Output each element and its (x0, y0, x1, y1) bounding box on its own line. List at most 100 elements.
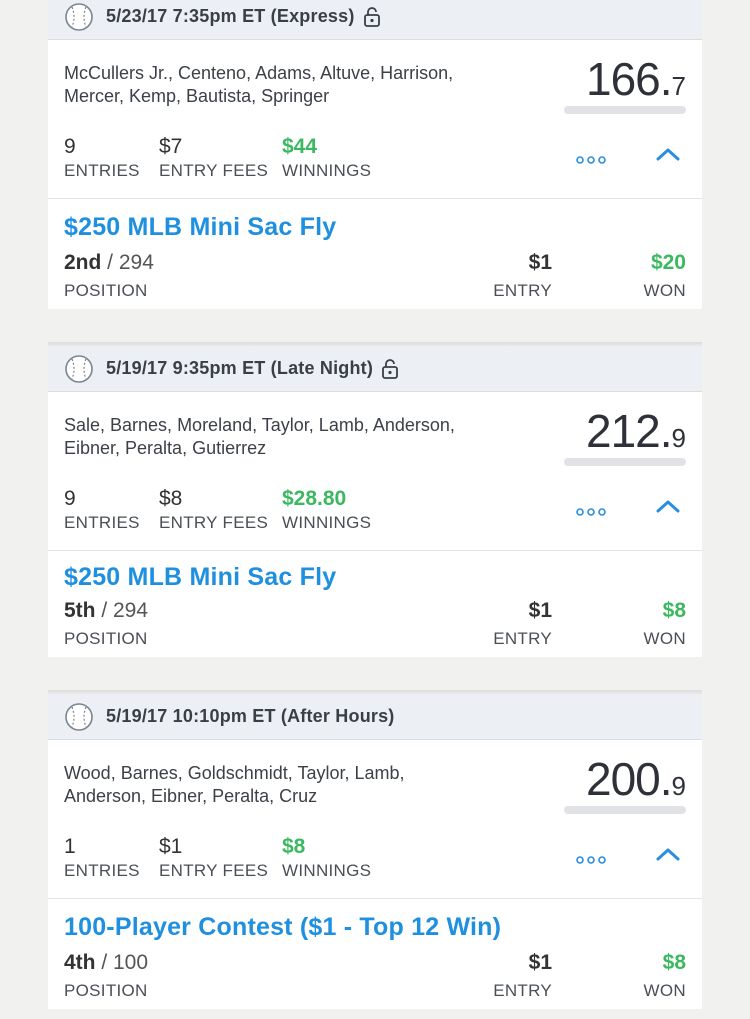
lineup-score: 166.7 (586, 52, 686, 106)
more-dots-icon[interactable] (575, 504, 607, 516)
lineup-section: McCullers Jr., Centeno, Adams, Altuve, H… (48, 40, 702, 128)
position-label: POSITION (64, 981, 148, 1000)
entry-value: $1 (528, 599, 552, 622)
won-value: $8 (662, 951, 686, 974)
player-list: McCullers Jr., Centeno, Adams, Altuve, H… (64, 62, 534, 108)
unlock-icon (381, 358, 399, 379)
position-total: / 294 (95, 599, 149, 622)
contest-date-title: 5/19/17 9:35pm ET (Late Night) (106, 358, 374, 378)
winnings-label: WINNINGS (282, 161, 372, 180)
position-total: / 294 (101, 251, 154, 274)
contest-row[interactable]: 100-Player Contest ($1 - Top 12 Win) 4th… (48, 899, 702, 1009)
position-label: POSITION (64, 281, 148, 300)
fees-value: $7 (159, 135, 183, 158)
lineup-card-1: 5/23/17 7:35pm ET (Express) McCullers Jr… (48, 0, 702, 309)
score-bar (564, 106, 686, 114)
score-decimal: 7 (671, 71, 686, 101)
winnings-label: WINNINGS (282, 861, 372, 880)
card-header[interactable]: 5/19/17 10:10pm ET (After Hours) (48, 694, 702, 740)
won-label: WON (643, 281, 686, 300)
position-value: 2nd / 294 (64, 251, 154, 275)
fees-value: $1 (159, 835, 183, 858)
contest-name-link[interactable]: 100-Player Contest ($1 - Top 12 Win) (64, 913, 501, 942)
winnings-value: $44 (282, 135, 318, 158)
fees-label: ENTRY FEES (159, 861, 269, 880)
player-list: Sale, Barnes, Moreland, Taylor, Lamb, An… (64, 414, 534, 460)
fees-label: ENTRY FEES (159, 161, 269, 180)
entries-stat: 9 ENTRIES (64, 486, 140, 534)
stats-row: 1 ENTRIES $1 ENTRY FEES $8 WINNINGS (48, 828, 702, 899)
entry-value: $1 (528, 251, 552, 274)
contest-row[interactable]: $250 MLB Mini Sac Fly 2nd / 294 POSITION… (48, 199, 702, 309)
entries-value: 1 (64, 835, 76, 858)
won-value: $20 (650, 251, 686, 274)
player-line: Sale, Barnes, Moreland, Taylor, Lamb, An… (64, 415, 455, 435)
entry-label: ENTRY (493, 281, 552, 300)
entries-value: 9 (64, 135, 76, 158)
fees-stat: $8 ENTRY FEES (159, 486, 268, 534)
winnings-stat: $8 WINNINGS (282, 834, 371, 882)
entry-label: ENTRY (493, 981, 552, 1000)
won-label: WON (643, 629, 686, 648)
baseball-icon (64, 702, 94, 732)
player-list: Wood, Barnes, Goldschmidt, Taylor, Lamb,… (64, 762, 534, 808)
entries-value: 9 (64, 487, 76, 510)
lineup-card-3: 5/19/17 10:10pm ET (After Hours) Wood, B… (48, 694, 702, 1009)
contest-name-link[interactable]: $250 MLB Mini Sac Fly (64, 213, 336, 242)
chevron-up-icon[interactable] (655, 146, 681, 162)
player-line: Eibner, Peralta, Gutierrez (64, 438, 267, 458)
lineup-section: Sale, Barnes, Moreland, Taylor, Lamb, An… (48, 392, 702, 480)
position-total: / 100 (95, 951, 149, 974)
more-dots-icon[interactable] (575, 852, 607, 864)
card-header[interactable]: 5/23/17 7:35pm ET (Express) (48, 0, 702, 40)
card-header[interactable]: 5/19/17 9:35pm ET (Late Night) (48, 346, 702, 392)
chevron-up-icon[interactable] (655, 846, 681, 862)
fees-value: $8 (159, 487, 183, 510)
position-rank: 4th (64, 951, 96, 974)
entries-label: ENTRIES (64, 513, 140, 532)
winnings-stat: $28.80 WINNINGS (282, 486, 371, 534)
position-label: POSITION (64, 629, 148, 648)
position-rank: 5th (64, 599, 96, 622)
fees-stat: $1 ENTRY FEES (159, 834, 268, 882)
player-line: Mercer, Kemp, Bautista, Springer (64, 86, 330, 106)
score-decimal: 9 (671, 771, 686, 801)
player-line: McCullers Jr., Centeno, Adams, Altuve, H… (64, 63, 454, 83)
fees-stat: $7 ENTRY FEES (159, 134, 268, 182)
player-line: Anderson, Eibner, Peralta, Cruz (64, 786, 318, 806)
score-decimal: 9 (671, 423, 686, 453)
won-label: WON (643, 981, 686, 1000)
fees-label: ENTRY FEES (159, 513, 269, 532)
entries-stat: 1 ENTRIES (64, 834, 140, 882)
chevron-up-icon[interactable] (655, 498, 681, 514)
baseball-icon (64, 354, 94, 384)
winnings-stat: $44 WINNINGS (282, 134, 371, 182)
contest-name-link[interactable]: $250 MLB Mini Sac Fly (64, 563, 336, 592)
score-integer: 212. (586, 405, 673, 457)
position-value: 4th / 100 (64, 951, 148, 975)
lineup-score: 212.9 (586, 404, 686, 458)
score-bar (564, 458, 686, 466)
entry-label: ENTRY (493, 629, 552, 648)
unlock-icon (363, 6, 381, 27)
winnings-value: $8 (282, 835, 306, 858)
score-bar (564, 806, 686, 814)
score-integer: 200. (586, 753, 673, 805)
winnings-label: WINNINGS (282, 513, 372, 532)
contest-date-title: 5/23/17 7:35pm ET (Express) (106, 6, 355, 26)
position-value: 5th / 294 (64, 599, 148, 623)
stats-row: 9 ENTRIES $8 ENTRY FEES $28.80 WINNINGS (48, 480, 702, 551)
lineup-section: Wood, Barnes, Goldschmidt, Taylor, Lamb,… (48, 740, 702, 828)
contest-date-title: 5/19/17 10:10pm ET (After Hours) (106, 706, 395, 726)
more-dots-icon[interactable] (575, 152, 607, 164)
position-rank: 2nd (64, 251, 102, 274)
entries-stat: 9 ENTRIES (64, 134, 140, 182)
entries-label: ENTRIES (64, 861, 140, 880)
winnings-value: $28.80 (282, 487, 347, 510)
entries-label: ENTRIES (64, 161, 140, 180)
contest-row[interactable]: $250 MLB Mini Sac Fly 5th / 294 POSITION… (48, 551, 702, 657)
score-integer: 166. (586, 53, 673, 105)
lineup-score: 200.9 (586, 752, 686, 806)
stats-row: 9 ENTRIES $7 ENTRY FEES $44 WINNINGS (48, 128, 702, 199)
won-value: $8 (662, 599, 686, 622)
